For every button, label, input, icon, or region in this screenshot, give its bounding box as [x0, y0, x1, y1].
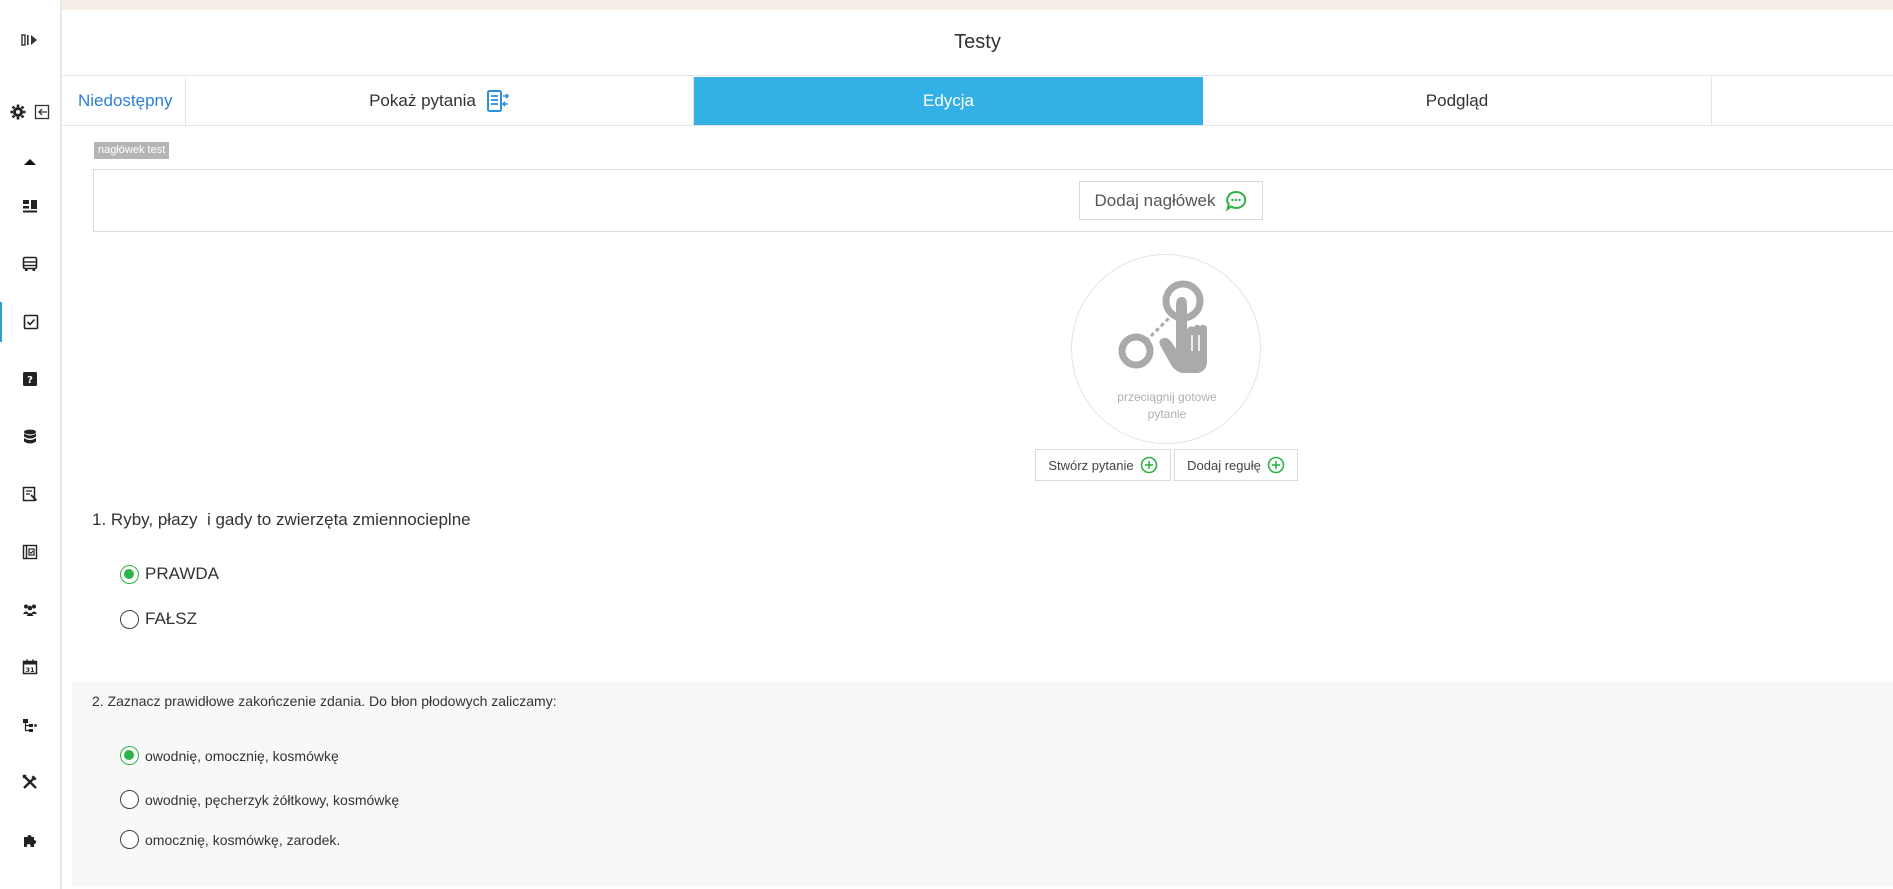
calendar-icon[interactable]: 31	[0, 647, 60, 687]
checkbox-icon[interactable]	[0, 302, 60, 342]
question-2-number: 2.	[92, 693, 104, 709]
tab-show-questions[interactable]: Pokaż pytania	[186, 77, 694, 125]
exit-icon[interactable]	[34, 104, 50, 120]
drop-zone[interactable]: przeciągnij gotowe pytanie	[1071, 254, 1261, 444]
chat-bubble-icon	[1215, 190, 1247, 212]
question-1-option[interactable]: PRAWDA	[120, 564, 219, 584]
option-label: PRAWDA	[145, 564, 219, 583]
help-icon[interactable]: ?	[0, 359, 60, 399]
add-header-label: Dodaj nagłówek	[1094, 190, 1216, 210]
status-link[interactable]: Niedostępny	[62, 77, 186, 125]
radio-unchecked[interactable]	[120, 609, 139, 629]
add-rule-button[interactable]: Dodaj regułę	[1174, 449, 1298, 481]
drag-hand-icon	[1110, 275, 1222, 390]
question-1-title: 1. Ryby, płazy i gady to zwierzęta zmien…	[92, 510, 471, 530]
tab-show-questions-label: Pokaż pytania	[369, 91, 476, 110]
add-rule-label: Dodaj regułę	[1187, 457, 1261, 473]
group-icon[interactable]	[0, 590, 60, 630]
svg-text:31: 31	[25, 666, 35, 674]
tab-edit[interactable]: Edycja	[694, 77, 1203, 125]
option-label: owodnię, pęcherzyk żółtkowy, kosmówkę	[145, 791, 400, 808]
question-2-option[interactable]: owodnię, pęcherzyk żółtkowy, kosmówkę	[120, 790, 399, 809]
radio-unchecked[interactable]	[120, 790, 139, 809]
page-title: Testy	[62, 10, 1893, 76]
header-box	[93, 169, 1893, 232]
sidebar: ? 31	[0, 0, 60, 889]
question-2-option[interactable]: omocznię, kosmówkę, zarodek.	[120, 830, 340, 849]
plus-circle-icon	[1134, 456, 1158, 474]
header-section-label: nagłówek test	[94, 142, 170, 159]
radio-checked[interactable]	[120, 746, 139, 765]
settings-group	[0, 92, 60, 132]
sidebar-divider	[60, 0, 61, 889]
tab-empty	[1712, 77, 1893, 125]
question-2-text: Zaznacz prawidłowe zakończenie zdania. D…	[107, 693, 557, 709]
puzzle-icon[interactable]	[0, 820, 60, 860]
option-label: FAŁSZ	[145, 609, 197, 628]
question-1-option[interactable]: FAŁSZ	[120, 609, 197, 629]
create-question-label: Stwórz pytanie	[1048, 457, 1134, 473]
tools-icon[interactable]	[0, 762, 60, 802]
bus-icon[interactable]	[0, 244, 60, 284]
plus-circle-icon	[1261, 456, 1285, 474]
settings-icon[interactable]	[10, 104, 26, 120]
drop-zone-line2: pytanie	[1147, 407, 1187, 421]
collapse-icon[interactable]	[0, 20, 60, 60]
question-2-option[interactable]: owodnię, omocznię, kosmówkę	[120, 746, 339, 765]
drop-zone-line1: przeciągnij gotowe	[1117, 390, 1217, 404]
drop-zone-text: przeciągnij gotowe pytanie	[1072, 389, 1262, 423]
radio-checked[interactable]	[120, 564, 139, 584]
question-1-number: 1.	[92, 510, 107, 529]
question-2-title: 2. Zaznacz prawidłowe zakończenie zdania…	[92, 693, 557, 709]
create-question-button[interactable]: Stwórz pytanie	[1035, 449, 1171, 481]
report-icon[interactable]	[0, 474, 60, 514]
question-2-block	[72, 682, 1893, 886]
database-icon[interactable]	[0, 417, 60, 457]
question-list-icon	[476, 89, 510, 113]
add-header-button[interactable]: Dodaj nagłówek	[1079, 181, 1263, 220]
option-label: omocznię, kosmówkę, zarodek.	[145, 831, 341, 848]
svg-text:?: ?	[27, 375, 33, 386]
tab-preview[interactable]: Podgląd	[1203, 77, 1712, 125]
hierarchy-icon[interactable]	[0, 705, 60, 745]
tab-bar: Niedostępny Pokaż pytania Edycja Podgląd	[62, 77, 1893, 126]
caret-up-icon[interactable]	[0, 142, 60, 182]
question-1-text: Ryby, płazy i gady to zwierzęta zmiennoc…	[110, 510, 471, 529]
radio-unchecked[interactable]	[120, 830, 139, 849]
checklist-icon[interactable]	[0, 532, 60, 572]
dashboard-icon[interactable]	[0, 186, 60, 226]
option-label: owodnię, omocznię, kosmówkę	[145, 747, 339, 764]
